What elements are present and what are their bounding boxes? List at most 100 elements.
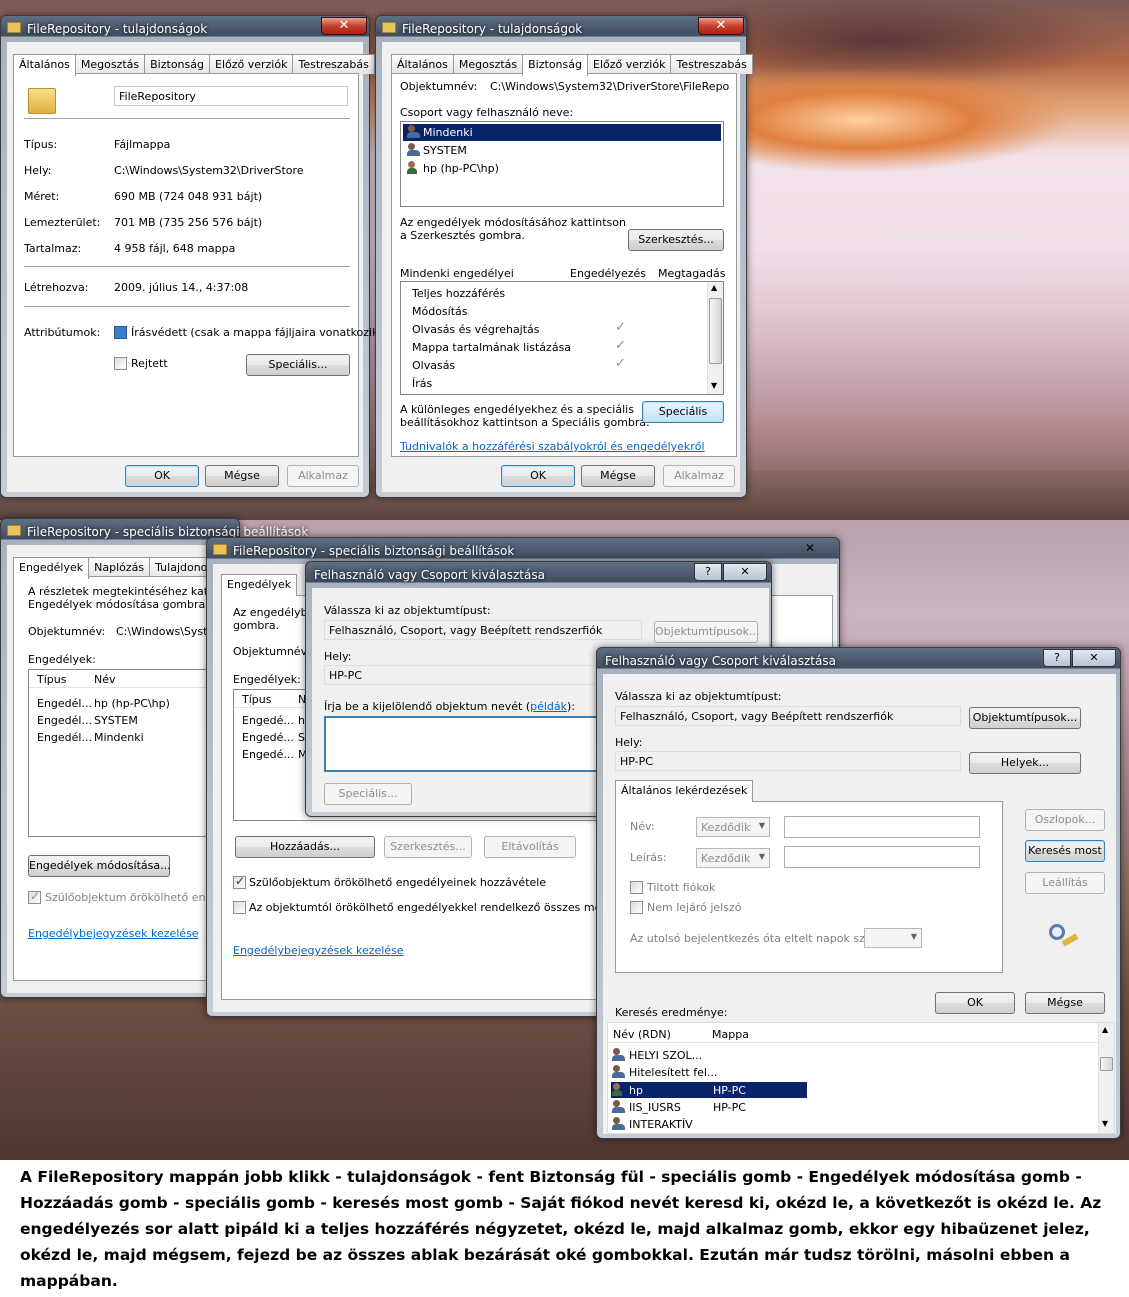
access-rules-link[interactable]: Tudnivalók a hozzáférési szabályokról és… bbox=[400, 440, 705, 453]
entry-name[interactable]: S bbox=[298, 731, 305, 744]
result-name[interactable]: IIS_IUSRS bbox=[629, 1101, 681, 1114]
hidden-checkbox[interactable] bbox=[114, 357, 127, 370]
user-name[interactable]: SYSTEM bbox=[423, 144, 467, 157]
replace-child-checkbox[interactable] bbox=[233, 901, 246, 914]
close-icon[interactable]: ✕ bbox=[805, 541, 815, 555]
entry-type[interactable]: Engedé... bbox=[242, 731, 294, 744]
search-now-button[interactable]: Keresés most bbox=[1025, 840, 1105, 862]
entry-name[interactable]: SYSTEM bbox=[94, 714, 138, 727]
column-type[interactable]: Típus bbox=[242, 693, 271, 706]
description-input[interactable] bbox=[784, 846, 980, 868]
permission-entries-list[interactable]: Típus Név Engedél... hp (hp-PC\hp) Engedé… bbox=[28, 669, 234, 837]
user-list[interactable]: Mindenki SYSTEM hp (hp-PC\hp) bbox=[400, 121, 724, 207]
title-bar[interactable]: Felhasználó vagy Csoport kiválasztása ? … bbox=[597, 648, 1120, 674]
tab-sharing[interactable]: Megosztás bbox=[74, 54, 146, 74]
help-button[interactable]: ? bbox=[1043, 649, 1071, 667]
object-types-button[interactable]: Objektumtípusok... bbox=[654, 621, 759, 643]
disabled-accounts-checkbox[interactable] bbox=[630, 881, 643, 894]
result-name[interactable]: hp bbox=[629, 1084, 643, 1097]
tab-sharing[interactable]: Megosztás bbox=[452, 54, 524, 74]
folder-name-input[interactable]: FileRepository bbox=[114, 86, 348, 106]
examples-link[interactable]: példák bbox=[530, 700, 567, 713]
days-since-logon-dropdown[interactable]: ▼ bbox=[864, 928, 922, 948]
scroll-up-icon[interactable]: ▲ bbox=[711, 283, 717, 292]
entry-type[interactable]: Engedél... bbox=[37, 731, 92, 744]
edit-button[interactable]: Szerkesztés... bbox=[628, 229, 724, 251]
stop-button[interactable]: Leállítás bbox=[1025, 872, 1105, 894]
columns-button[interactable]: Oszlopok... bbox=[1025, 809, 1105, 831]
entry-name[interactable]: hp (hp-PC\hp) bbox=[94, 697, 170, 710]
tab-security[interactable]: Biztonság bbox=[144, 54, 210, 74]
scroll-down-icon[interactable]: ▼ bbox=[711, 381, 717, 390]
manage-entries-link[interactable]: Engedélybejegyzések kezelése bbox=[233, 944, 404, 957]
close-button[interactable]: ✕ bbox=[1072, 649, 1116, 667]
help-button[interactable]: ? bbox=[694, 563, 722, 581]
apply-button[interactable]: Alkalmaz bbox=[287, 465, 359, 487]
column-rdn-name[interactable]: Név (RDN) bbox=[613, 1028, 671, 1041]
scroll-down-icon[interactable]: ▼ bbox=[1102, 1119, 1108, 1128]
apply-button[interactable]: Alkalmaz bbox=[663, 465, 735, 487]
scroll-up-icon[interactable]: ▲ bbox=[1102, 1025, 1108, 1034]
non-expiring-password-checkbox[interactable] bbox=[630, 901, 643, 914]
advanced-attributes-button[interactable]: Speciális... bbox=[246, 354, 350, 376]
entry-name[interactable]: Mindenki bbox=[94, 731, 144, 744]
locations-button[interactable]: Helyek... bbox=[969, 752, 1081, 774]
cancel-button[interactable]: Mégse bbox=[205, 465, 279, 487]
tab-general[interactable]: Általános bbox=[391, 54, 454, 74]
result-folder[interactable]: HP-PC bbox=[713, 1084, 746, 1097]
entry-type[interactable]: Engedél... bbox=[37, 697, 92, 710]
result-name[interactable]: HELYI SZOL... bbox=[629, 1049, 702, 1062]
edit-button[interactable]: Szerkesztés... bbox=[384, 836, 472, 858]
tab-common-queries[interactable]: Általános lekérdezések bbox=[615, 780, 754, 802]
result-folder[interactable]: HP-PC bbox=[713, 1101, 746, 1114]
entry-type[interactable]: Engedé... bbox=[242, 714, 294, 727]
entry-type[interactable]: Engedél... bbox=[37, 714, 92, 727]
title-bar[interactable]: Felhasználó vagy Csoport kiválasztása ? … bbox=[306, 562, 771, 588]
column-name[interactable]: Név bbox=[94, 673, 116, 686]
inherit-checkbox[interactable] bbox=[233, 874, 246, 889]
add-button[interactable]: Hozzáadás... bbox=[235, 836, 375, 858]
close-button[interactable]: ✕ bbox=[698, 17, 744, 35]
tab-customize[interactable]: Testreszabás bbox=[670, 54, 753, 74]
permissions-scrollbar[interactable]: ▲ ▼ bbox=[707, 282, 723, 394]
modify-permissions-button[interactable]: Engedélyek módosítása... bbox=[28, 855, 171, 877]
name-input[interactable] bbox=[784, 816, 980, 838]
title-bar[interactable]: FileRepository - speciális biztonsági be… bbox=[1, 519, 308, 545]
close-button[interactable]: ✕ bbox=[321, 17, 367, 35]
ok-button[interactable]: OK bbox=[125, 465, 199, 487]
remove-button[interactable]: Eltávolítás bbox=[484, 836, 576, 858]
tab-security[interactable]: Biztonság bbox=[522, 54, 588, 76]
inherit-checkbox[interactable] bbox=[28, 889, 41, 904]
entry-name[interactable]: h bbox=[298, 714, 305, 727]
cancel-button[interactable]: Mégse bbox=[1025, 992, 1105, 1014]
entry-type[interactable]: Engedé... bbox=[242, 748, 294, 761]
tab-permissions[interactable]: Engedélyek bbox=[221, 574, 298, 596]
user-name[interactable]: Mindenki bbox=[423, 126, 473, 139]
tab-permissions[interactable]: Engedélyek bbox=[13, 557, 90, 579]
tab-previous-versions[interactable]: Előző verziók bbox=[209, 54, 294, 74]
description-match-dropdown[interactable]: Kezdődik ▼ bbox=[696, 848, 770, 868]
ok-button[interactable]: OK bbox=[935, 992, 1015, 1014]
user-name[interactable]: hp (hp-PC\hp) bbox=[423, 162, 499, 175]
result-name[interactable]: INTERAKTÍV bbox=[629, 1118, 693, 1131]
object-types-button[interactable]: Objektumtípusok... bbox=[969, 707, 1081, 729]
close-button[interactable]: ✕ bbox=[723, 563, 767, 581]
tab-auditing[interactable]: Naplózás bbox=[88, 557, 151, 577]
cancel-button[interactable]: Mégse bbox=[581, 465, 655, 487]
column-folder[interactable]: Mappa bbox=[712, 1028, 749, 1041]
scroll-thumb[interactable] bbox=[1100, 1057, 1113, 1071]
tab-general[interactable]: Általános bbox=[13, 54, 76, 76]
search-results-list[interactable]: Név (RDN) Mappa HELYI SZOL... Hitelesíte… bbox=[607, 1022, 1115, 1134]
advanced-button[interactable]: Speciális... bbox=[324, 783, 412, 805]
ok-button[interactable]: OK bbox=[501, 465, 575, 487]
scroll-thumb[interactable] bbox=[709, 298, 722, 364]
result-name[interactable]: Hitelesített fel... bbox=[629, 1066, 717, 1079]
object-name-textarea[interactable] bbox=[324, 716, 624, 772]
manage-entries-link[interactable]: Engedélybejegyzések kezelése bbox=[28, 927, 199, 940]
tab-previous-versions[interactable]: Előző verziók bbox=[587, 54, 672, 74]
advanced-button[interactable]: Speciális bbox=[642, 401, 724, 423]
column-type[interactable]: Típus bbox=[37, 673, 66, 686]
results-scrollbar[interactable]: ▲ ▼ bbox=[1098, 1023, 1114, 1133]
readonly-checkbox[interactable] bbox=[114, 326, 127, 339]
tab-customize[interactable]: Testreszabás bbox=[292, 54, 375, 74]
